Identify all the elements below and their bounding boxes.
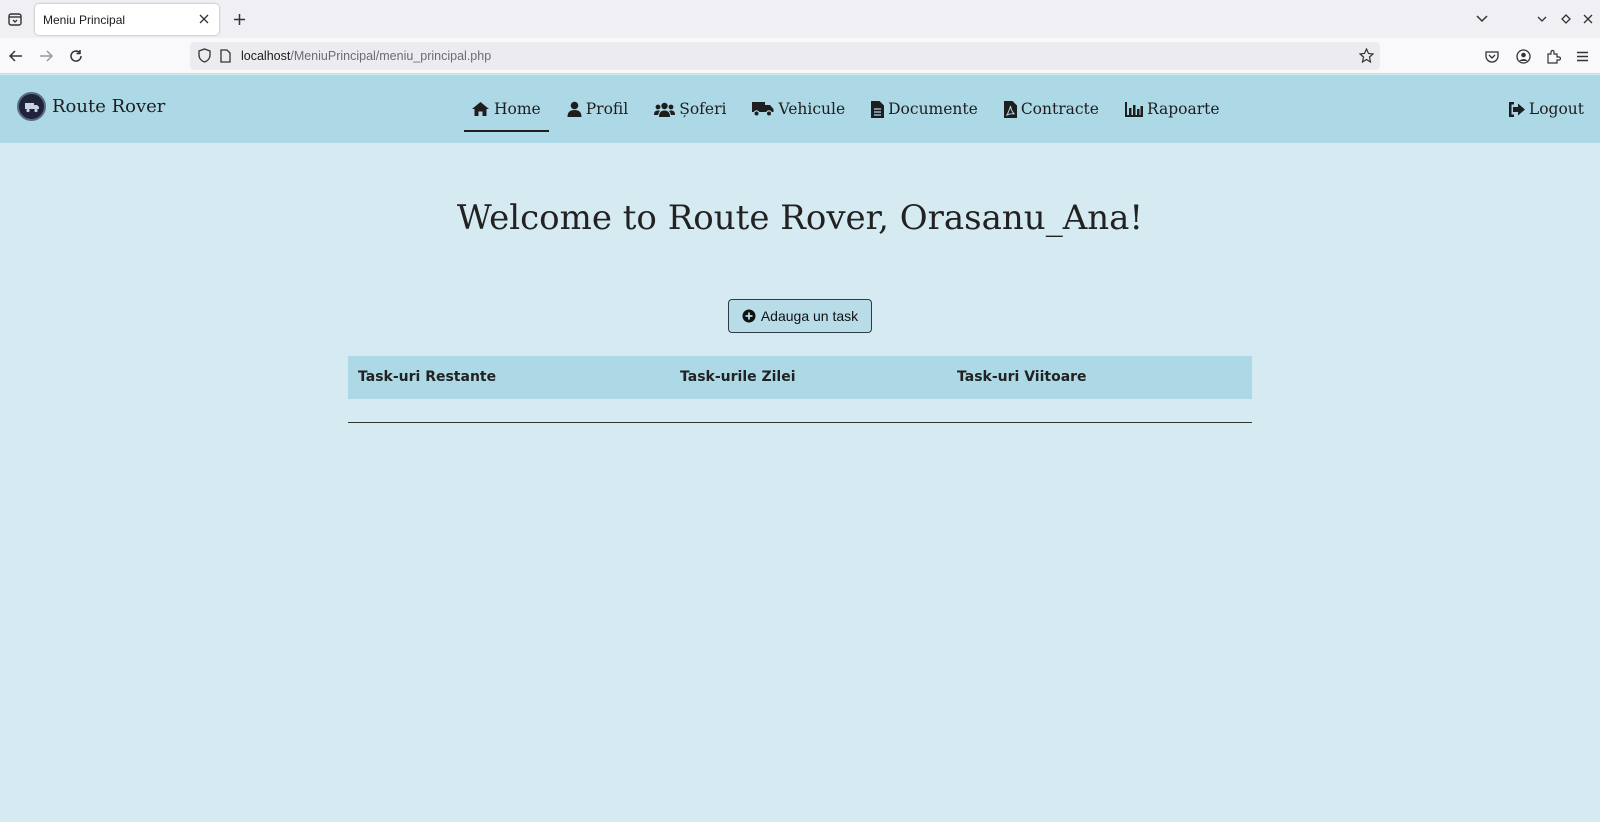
column-header-viitoare: Task-uri Viitoare: [957, 369, 1087, 385]
task-table-body: [348, 399, 1252, 423]
new-tab-icon[interactable]: [229, 9, 249, 29]
tab-title: Meniu Principal: [43, 13, 126, 27]
pdf-file-icon: [1003, 100, 1017, 118]
browser-toolbar: localhost/MeniuPrincipal/meniu_principal…: [0, 38, 1600, 74]
document-icon: [871, 100, 885, 118]
home-icon: [472, 102, 489, 116]
site-header: Route Rover Home Profil Șoferi Vehicule …: [0, 75, 1600, 143]
nav-vehicule[interactable]: Vehicule: [752, 75, 845, 143]
welcome-heading: Welcome to Route Rover, Orasanu_Ana!: [456, 198, 1144, 238]
tab-list-icon[interactable]: [4, 9, 26, 29]
minimize-icon[interactable]: [1532, 9, 1552, 29]
nav-soferi-label: Șoferi: [679, 100, 727, 118]
users-icon: [654, 102, 676, 117]
maximize-icon[interactable]: [1556, 9, 1576, 29]
nav-profil-label: Profil: [585, 100, 629, 118]
column-header-zilei: Task-urile Zilei: [680, 369, 796, 385]
brand[interactable]: Route Rover: [17, 92, 165, 121]
nav-contracte[interactable]: Contracte: [1003, 75, 1099, 143]
nav-rapoarte-label: Rapoarte: [1146, 100, 1220, 118]
reload-icon[interactable]: [66, 46, 86, 66]
page-icon: [220, 48, 231, 67]
nav-vehicule-label: Vehicule: [778, 100, 846, 118]
logout-link[interactable]: Logout: [1508, 75, 1584, 143]
nav-home-label: Home: [494, 100, 541, 118]
browser-tab[interactable]: Meniu Principal: [35, 4, 219, 35]
browser-tab-bar: Meniu Principal: [0, 0, 1600, 38]
nav-rapoarte[interactable]: Rapoarte: [1124, 75, 1220, 143]
window-close-icon[interactable]: [1578, 9, 1598, 29]
chart-icon: [1124, 101, 1143, 117]
nav-profil[interactable]: Profil: [567, 75, 628, 143]
account-icon[interactable]: [1513, 46, 1533, 66]
url-host: localhost: [241, 49, 291, 63]
forward-arrow-icon[interactable]: [36, 46, 56, 66]
task-table-header: Task-uri Restante Task-urile Zilei Task-…: [348, 356, 1252, 399]
user-icon: [567, 101, 582, 117]
nav-home[interactable]: Home: [464, 75, 549, 143]
url-path: /MeniuPrincipal/meniu_principal.php: [290, 49, 492, 63]
pocket-icon[interactable]: [1482, 46, 1502, 66]
nav-documente[interactable]: Documente: [871, 75, 978, 143]
brand-name: Route Rover: [52, 96, 166, 117]
main-menu: Home Profil Șoferi Vehicule Documente Co…: [464, 75, 1246, 143]
shield-icon[interactable]: [198, 48, 211, 67]
close-icon[interactable]: [196, 11, 212, 27]
nav-contracte-label: Contracte: [1020, 100, 1099, 118]
url-text[interactable]: localhost/MeniuPrincipal/meniu_principal…: [241, 49, 491, 63]
add-task-button[interactable]: Adauga un task: [728, 299, 872, 333]
truck-icon: [752, 102, 774, 117]
column-header-restante: Task-uri Restante: [358, 369, 497, 385]
back-arrow-icon[interactable]: [6, 46, 26, 66]
logout-label: Logout: [1528, 100, 1584, 118]
sign-out-icon: [1508, 101, 1525, 117]
extensions-icon[interactable]: [1543, 46, 1563, 66]
url-bar[interactable]: localhost/MeniuPrincipal/meniu_principal…: [190, 42, 1380, 70]
add-task-label: Adauga un task: [760, 308, 859, 324]
nav-soferi[interactable]: Șoferi: [654, 75, 726, 143]
nav-documente-label: Documente: [888, 100, 978, 118]
bookmark-star-icon[interactable]: [1358, 47, 1375, 67]
hamburger-menu-icon[interactable]: [1572, 46, 1592, 66]
plus-circle-icon: [742, 309, 756, 323]
tab-overflow-chevron-icon[interactable]: [1472, 9, 1492, 29]
task-table: Task-uri Restante Task-urile Zilei Task-…: [348, 356, 1252, 423]
truck-logo-icon: [17, 92, 46, 121]
